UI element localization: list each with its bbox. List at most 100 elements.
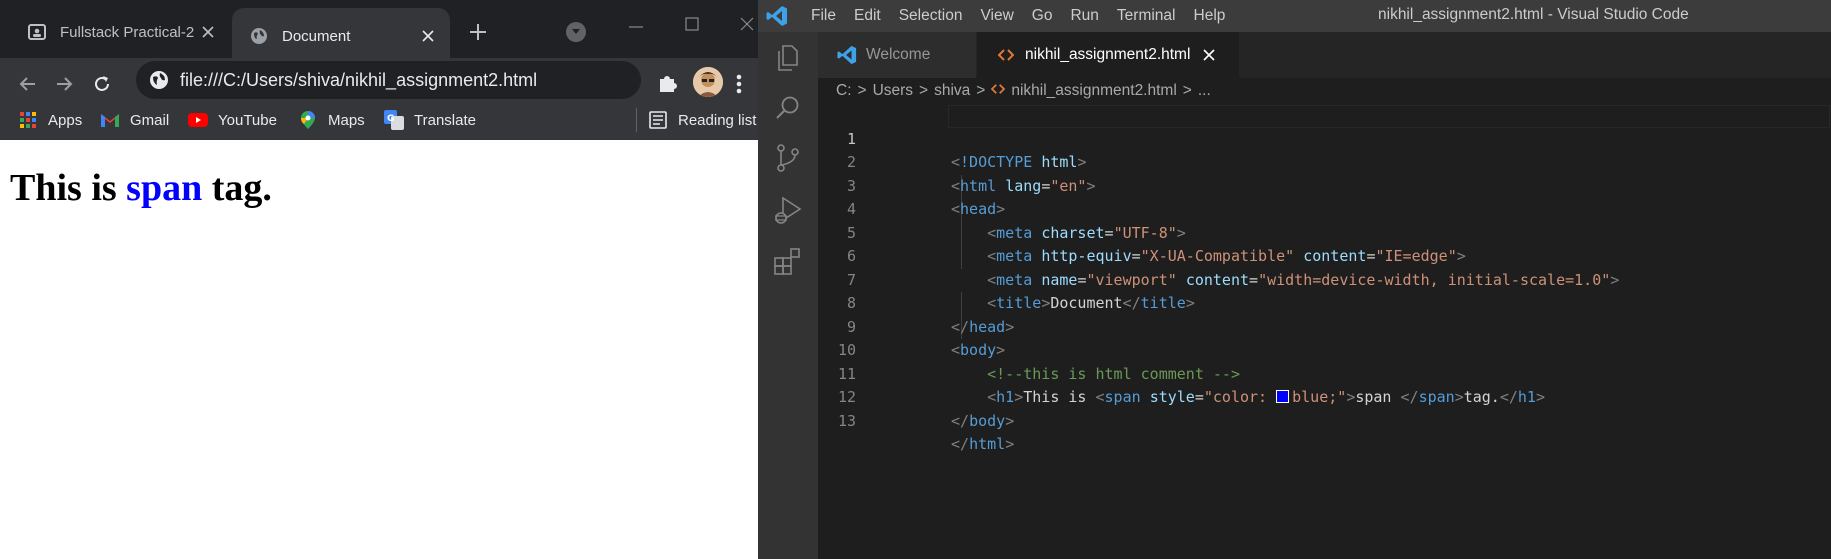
chevron-right-icon: > (857, 82, 867, 99)
explorer-icon[interactable] (770, 40, 806, 76)
code-line: 5 <meta http-equiv="X-UA-Compatible" con… (818, 198, 1831, 266)
tab-fullstack-practical[interactable]: Fullstack Practical-2 (10, 10, 230, 54)
svg-text:G: G (387, 114, 394, 124)
tab-document[interactable]: Document (232, 8, 450, 64)
translate-icon: G (384, 110, 404, 130)
chevron-right-icon: > (1182, 82, 1192, 99)
code-line: 6 <meta name="viewport" content="width=d… (818, 222, 1831, 289)
menu-help[interactable]: Help (1185, 0, 1235, 32)
chevron-right-icon: > (976, 82, 986, 99)
search-icon[interactable] (770, 90, 806, 126)
menu-terminal[interactable]: Terminal (1108, 0, 1185, 32)
code-line: 8 </head> (818, 269, 1831, 336)
bookmark-maps[interactable]: Maps (298, 107, 365, 133)
site-info-icon[interactable] (148, 69, 170, 91)
heading-text: This is (10, 167, 127, 209)
page-heading: This is span tag. (10, 166, 272, 210)
close-tab-icon[interactable] (196, 20, 220, 44)
chrome-menu-icon[interactable] (734, 72, 744, 96)
breadcrumb-drive[interactable]: C: (836, 82, 852, 100)
code-line: 2 <html lang="en"> (818, 128, 1831, 195)
vscode-window: File Edit Selection View Go Run Terminal… (758, 0, 1831, 559)
address-bar[interactable]: file:///C:/Users/shiva/nikhil_assignment… (136, 61, 641, 99)
tab-title: Fullstack Practical-2 (60, 23, 195, 41)
menu-run[interactable]: Run (1061, 0, 1107, 32)
reading-list-icon (648, 110, 668, 130)
line-code: </body> (951, 411, 1015, 430)
code-line: 9 <body> (818, 292, 1831, 360)
menu-selection[interactable]: Selection (890, 0, 972, 32)
html-file-icon (991, 82, 1006, 100)
chrome-window: Fullstack Practical-2 Document file:///C… (0, 0, 758, 559)
code-editor[interactable]: 1 <!DOCTYPE html> 2 <html lang="en"> 3 <… (818, 104, 1831, 559)
tab-strip: Fullstack Practical-2 Document (0, 0, 758, 64)
bookmark-gmail[interactable]: Gmail (100, 107, 169, 133)
window-close-icon[interactable] (735, 12, 758, 36)
bookmark-label: Apps (48, 111, 83, 129)
bookmark-label: YouTube (218, 111, 277, 129)
code-line: 1 <!DOCTYPE html> (818, 104, 1831, 172)
breadcrumb-symbols[interactable]: ... (1198, 82, 1211, 100)
line-code: </html> (951, 435, 1015, 453)
token: html (969, 435, 1006, 453)
html-file-icon (995, 44, 1017, 66)
apps-grid-icon (18, 110, 38, 130)
menu-view[interactable]: View (971, 0, 1022, 32)
menu-file[interactable]: File (802, 0, 845, 32)
globe-icon (248, 25, 270, 47)
back-arrow-icon[interactable] (14, 70, 42, 98)
menu-go[interactable]: Go (1023, 0, 1062, 32)
vscode-icon (836, 44, 858, 66)
profile-avatar[interactable] (693, 67, 723, 97)
tab-nikhil-assignment2[interactable]: nikhil_assignment2.html (977, 32, 1239, 78)
breadcrumb-file[interactable]: nikhil_assignment2.html (1011, 82, 1176, 100)
menu-edit[interactable]: Edit (845, 0, 890, 32)
menu-bar: File Edit Selection View Go Run Terminal… (802, 0, 1234, 32)
code-line: 3 <head> (818, 151, 1831, 219)
heading-text: tag. (202, 167, 272, 209)
code-line: 12 </body> (818, 363, 1831, 430)
tab-label: Welcome (866, 46, 931, 63)
code-line: 10 <!--this is html comment --> (818, 316, 1831, 383)
tab-search-icon[interactable] (566, 22, 586, 42)
code-line: 7 <title>Document</title> (818, 245, 1831, 313)
bookmark-apps[interactable]: Apps (18, 107, 82, 133)
maps-icon (298, 110, 318, 130)
forward-arrow-icon[interactable] (50, 70, 78, 98)
reload-icon[interactable] (88, 70, 116, 98)
tab-title: Document (282, 27, 351, 45)
url-text: file:///C:/Users/shiva/nikhil_assignment… (180, 69, 538, 90)
close-tab-icon[interactable] (416, 24, 440, 48)
code-line: 4 <meta charset="UTF-8"> (818, 175, 1831, 242)
tab-welcome[interactable]: Welcome (818, 32, 976, 78)
reading-list-button[interactable]: Reading list (648, 107, 756, 133)
code-line: 11 <h1>This is <span style="color: blue;… (818, 339, 1831, 407)
bookmarks-divider (636, 108, 637, 132)
editor-tabs: Welcome nikhil_assignment2.html (818, 32, 1831, 78)
window-title: nikhil_assignment2.html - Visual Studio … (1378, 6, 1689, 23)
breadcrumb-shiva[interactable]: shiva (934, 82, 970, 100)
bookmark-label: Maps (328, 111, 365, 129)
token: body (969, 411, 1006, 430)
bookmark-label: Reading list (678, 111, 757, 129)
tab-label: nikhil_assignment2.html (1025, 46, 1191, 63)
heading-span-text: span (126, 167, 203, 209)
youtube-icon (188, 110, 208, 130)
bookmark-label: Gmail (130, 111, 170, 129)
bookmark-youtube[interactable]: YouTube (188, 107, 277, 133)
classroom-icon (26, 21, 48, 43)
vscode-icon (766, 5, 788, 27)
new-tab-icon[interactable] (466, 20, 490, 44)
gmail-icon (100, 110, 120, 130)
breadcrumb-users[interactable]: Users (873, 82, 913, 100)
minimize-icon[interactable] (625, 16, 647, 38)
breadcrumb: C: > Users > shiva > nikhil_assignment2.… (818, 78, 1831, 104)
page-content: This is span tag. (0, 140, 758, 559)
code-line: 13 </html> (818, 386, 1831, 454)
close-tab-icon[interactable] (1202, 48, 1216, 62)
extensions-puzzle-icon[interactable] (655, 70, 681, 96)
chevron-right-icon: > (919, 82, 929, 99)
title-bar: File Edit Selection View Go Run Terminal… (758, 0, 1831, 32)
maximize-icon[interactable] (680, 12, 704, 36)
bookmark-translate[interactable]: G Translate (384, 107, 476, 133)
